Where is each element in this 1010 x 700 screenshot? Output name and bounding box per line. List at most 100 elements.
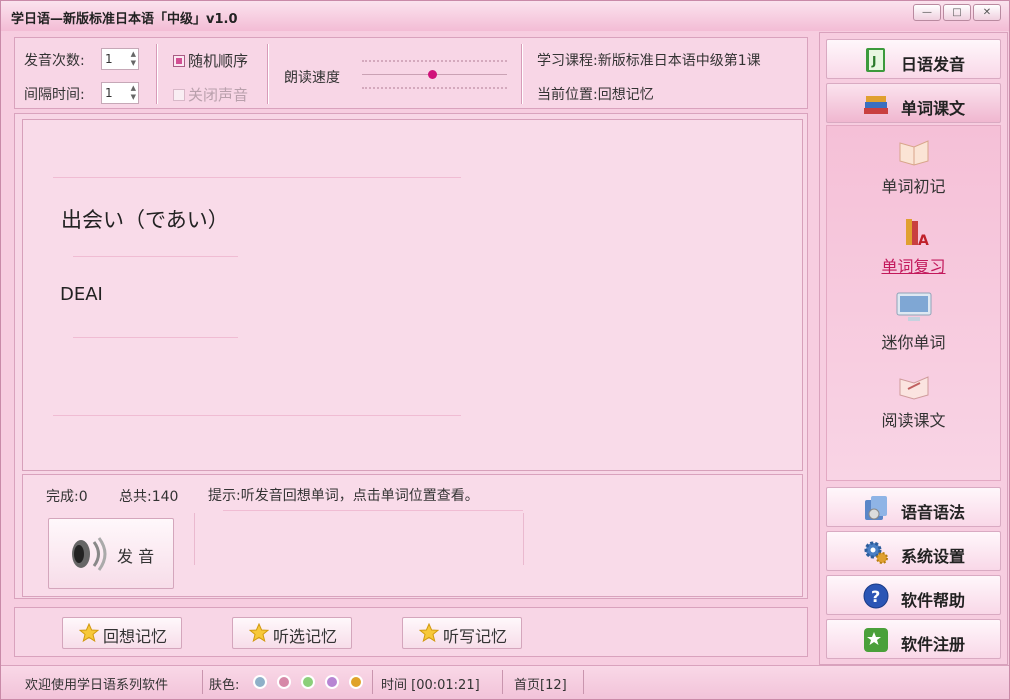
mute-label: 关闭声音 [188, 86, 249, 104]
sidebar-vocab-text-button[interactable]: 单词课文 [826, 83, 1001, 123]
play-sound-button[interactable]: 发 音 [48, 518, 174, 589]
minimize-button[interactable]: — [913, 4, 941, 21]
star-icon [249, 623, 269, 643]
playback-panel: 完成:0 总共:140 提示:听发音回想单词，点击单词位置查看。 发 音 [22, 474, 803, 597]
register-icon [864, 628, 888, 652]
skin-color-orange[interactable] [349, 675, 363, 689]
hint-text: 提示:听发音回想单词，点击单词位置查看。 [208, 488, 479, 504]
divider [223, 510, 523, 511]
skin-color-pink[interactable] [277, 675, 291, 689]
slider-thumb[interactable] [428, 70, 437, 79]
maximize-button[interactable]: □ [943, 4, 971, 21]
separator [267, 44, 269, 104]
skin-color-blue[interactable] [253, 675, 267, 689]
svg-text:A: A [918, 233, 929, 249]
total-count: 总共:140 [119, 489, 179, 505]
word-kana[interactable]: 出会い（であい） [61, 204, 229, 234]
sidebar: J 日语发音 单词课文 单词初记 A 单词复习 迷你单词 阅读课文 语音语法 系… [819, 32, 1008, 665]
random-order-checkbox[interactable]: 随机顺序 [173, 50, 248, 71]
sidebar-pronunciation-button[interactable]: J 日语发音 [826, 39, 1001, 79]
word-romaji[interactable]: DEAI [60, 284, 103, 305]
status-bar: 欢迎使用学日语系列软件 肤色: 时间 [00:01:21] 首页[12] [1, 665, 1009, 699]
books-stack-icon [864, 96, 888, 114]
status-welcome: 欢迎使用学日语系列软件 [25, 678, 169, 693]
repeat-label: 发音次数: [24, 53, 85, 69]
svg-text:J: J [871, 54, 876, 68]
course-value: 新版标准日本语中级第1课 [597, 53, 761, 69]
sidebar-grammar-label: 语音语法 [901, 503, 966, 522]
status-page: 首页[12] [514, 678, 567, 693]
audio-book-icon [865, 496, 887, 520]
sidebar-sub-first-memory[interactable]: 单词初记 [826, 135, 1001, 197]
interval-stepper[interactable]: 1 ▲ ▼ [101, 82, 139, 104]
skin-label: 肤色: [209, 678, 240, 693]
mute-checkbox[interactable]: 关闭声音 [173, 84, 248, 105]
position-value: 回想记忆 [597, 87, 654, 103]
controls-panel: 发音次数: 1 ▲ ▼ 间隔时间: 1 ▲ ▼ 随机顺序 关闭声音 朗读速度 学习课… [14, 37, 808, 109]
book-j-icon: J [866, 48, 885, 72]
sidebar-register-label: 软件注册 [901, 635, 966, 654]
word-display-area[interactable]: 出会い（であい） DEAI [22, 119, 803, 471]
sidebar-settings-button[interactable]: 系统设置 [826, 531, 1001, 571]
skin-color-green[interactable] [301, 675, 315, 689]
status-time: 时间 [00:01:21] [381, 678, 480, 693]
repeat-count-stepper[interactable]: 1 ▲ ▼ [101, 48, 139, 70]
mode-dictation-button[interactable]: 听写记忆 [402, 617, 522, 649]
position-label: 当前位置: [537, 87, 598, 103]
interval-label: 间隔时间: [24, 87, 85, 103]
sidebar-help-label: 软件帮助 [901, 591, 966, 610]
checkbox-icon[interactable] [173, 89, 185, 101]
mode-recall-label: 回想记忆 [103, 627, 168, 646]
sidebar-pronunciation-label: 日语发音 [901, 55, 966, 74]
separator [521, 44, 523, 104]
stepper-arrows-icon[interactable]: ▲ ▼ [131, 50, 136, 68]
close-button[interactable]: ✕ [973, 4, 1001, 21]
divider [53, 177, 461, 178]
course-label: 学习课程: [537, 53, 598, 69]
divider [73, 256, 238, 257]
status-divider [372, 670, 373, 694]
stepper-arrows-icon[interactable]: ▲ ▼ [131, 84, 136, 102]
repeat-value: 1 [105, 52, 113, 66]
speed-slider[interactable] [362, 60, 507, 90]
skin-color-purple[interactable] [325, 675, 339, 689]
play-label: 发 音 [117, 547, 155, 566]
monitor-icon [896, 292, 931, 321]
random-order-label: 随机顺序 [188, 52, 249, 70]
open-book-icon [899, 140, 928, 166]
reading-book-icon [899, 376, 928, 400]
sidebar-sub-review[interactable]: A 单词复习 [826, 215, 1001, 277]
course-info: 学习课程:新版标准日本语中级第1课 [537, 50, 761, 70]
mode-recall-button[interactable]: 回想记忆 [62, 617, 182, 649]
first-memory-label: 单词初记 [881, 177, 946, 196]
star-icon [419, 623, 439, 643]
sidebar-vocab-text-label: 单词课文 [901, 99, 966, 118]
mode-listen-select-button[interactable]: 听选记忆 [232, 617, 352, 649]
done-count: 完成:0 [46, 489, 88, 505]
mini-words-label: 迷你单词 [881, 333, 946, 352]
books-a-icon: A [905, 219, 929, 249]
divider [53, 415, 461, 416]
checkbox-checked-icon[interactable] [173, 55, 185, 67]
status-divider [202, 670, 203, 694]
sidebar-help-button[interactable]: ? 软件帮助 [826, 575, 1001, 615]
sidebar-register-button[interactable]: 软件注册 [826, 619, 1001, 659]
interval-value: 1 [105, 86, 113, 100]
sidebar-grammar-button[interactable]: 语音语法 [826, 487, 1001, 527]
svg-text:?: ? [871, 587, 880, 606]
divider [73, 337, 238, 338]
app-window: 学日语—新版标准日本语「中级」v1.0 — □ ✕ 发音次数: 1 ▲ ▼ 间隔时… [0, 0, 1010, 700]
status-divider [502, 670, 503, 694]
mode-dictation-label: 听写记忆 [443, 627, 508, 646]
position-info: 当前位置:回想记忆 [537, 84, 654, 104]
speed-label: 朗读速度 [284, 70, 340, 86]
title-bar: 学日语—新版标准日本语「中级」v1.0 — □ ✕ [1, 1, 1009, 31]
mode-listen-select-label: 听选记忆 [273, 627, 338, 646]
help-icon: ? [863, 583, 889, 609]
reading-label: 阅读课文 [881, 411, 946, 430]
window-title: 学日语—新版标准日本语「中级」v1.0 [11, 12, 238, 27]
divider [523, 513, 524, 565]
sidebar-sub-reading[interactable]: 阅读课文 [826, 369, 1001, 431]
sidebar-sub-mini-words[interactable]: 迷你单词 [826, 291, 1001, 353]
review-label: 单词复习 [881, 257, 946, 276]
